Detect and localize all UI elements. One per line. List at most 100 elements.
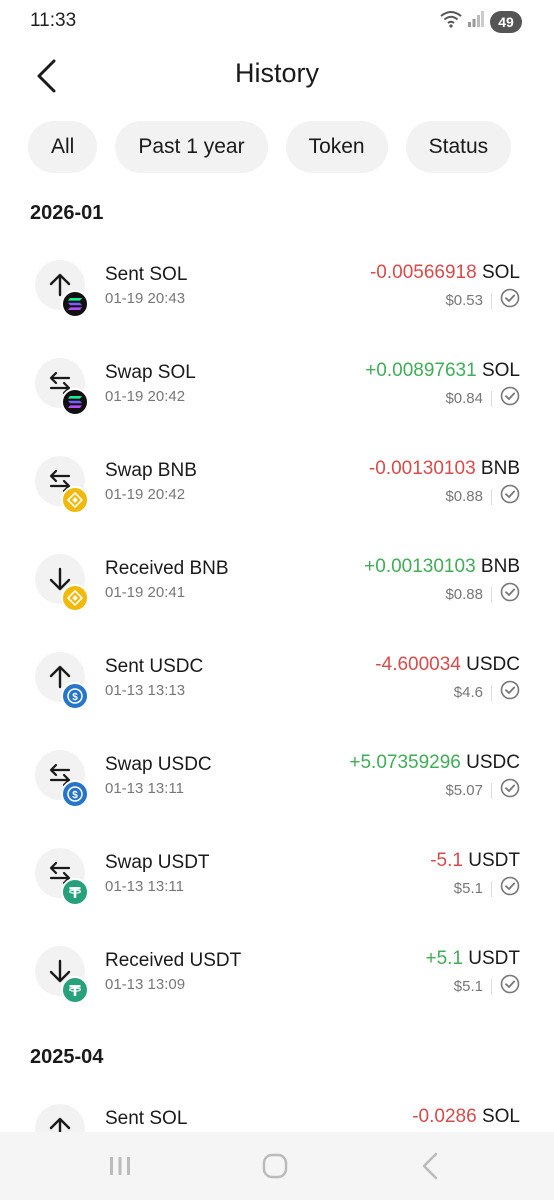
transaction-icon — [35, 456, 89, 514]
amount-value: +5.07359296 — [349, 752, 461, 773]
transaction-title: Swap SOL — [105, 362, 196, 383]
amount-value: -5.1 — [430, 850, 463, 871]
transaction-amount: -0.0286 SOL — [412, 1106, 520, 1128]
divider — [491, 978, 492, 995]
status-icons: 49 — [440, 10, 522, 33]
amount-value: +5.1 — [425, 948, 463, 969]
transaction-amount: +5.07359296 USDC — [349, 752, 520, 774]
usdc-token-icon: $ — [61, 682, 89, 710]
transaction-date: 01-19 20:42 — [105, 388, 186, 405]
amount-value: +0.00897631 — [365, 360, 477, 381]
transaction-row[interactable]: Received USDT 01-13 13:09 +5.1 USDT $5.1 — [0, 936, 554, 1016]
amount-value: -0.00130103 — [368, 458, 476, 479]
transaction-icon — [35, 1104, 89, 1132]
amount-value: -0.00566918 — [369, 262, 477, 283]
check-circle-icon — [500, 582, 520, 607]
transaction-row[interactable]: Sent SOL 01-19 20:43 -0.00566918 SOL $0.53 — [0, 250, 554, 330]
system-nav-bar — [0, 1132, 554, 1200]
check-circle-icon — [500, 680, 520, 705]
section-title: 2026-01 — [30, 202, 104, 224]
amount-symbol: SOL — [481, 1106, 520, 1127]
chevron-left-icon — [422, 1152, 438, 1180]
check-circle-icon — [500, 484, 520, 509]
filter-chip-token[interactable]: Token — [285, 121, 388, 173]
wifi-icon — [440, 10, 462, 33]
amount-symbol: SOL — [481, 360, 520, 381]
transaction-row[interactable]: Swap SOL 01-19 20:42 +0.00897631 SOL $0.84 — [0, 348, 554, 428]
status-time: 11:33 — [30, 10, 77, 31]
transaction-title: Sent SOL — [105, 1108, 188, 1129]
amount-value: -4.600034 — [375, 654, 461, 675]
fiat-value: $0.84 — [445, 390, 483, 407]
fiat-value: $5.1 — [453, 978, 483, 995]
transaction-title: Received BNB — [105, 558, 229, 579]
arrow-up-icon — [35, 1104, 85, 1132]
solana-token-icon — [61, 388, 89, 416]
recent-apps-button[interactable] — [100, 1148, 140, 1184]
transaction-icon — [35, 848, 89, 906]
fiat-value: $0.88 — [445, 586, 483, 603]
fiat-value: $0.53 — [445, 292, 483, 309]
battery-icon: 49 — [490, 10, 522, 33]
transaction-fiat: $4.6 — [454, 680, 520, 705]
header: History — [0, 50, 554, 100]
divider — [491, 390, 492, 407]
transaction-date: 01-13 13:11 — [105, 878, 184, 895]
transaction-row[interactable]: Swap USDT 01-13 13:11 -5.1 USDT $5.1 — [0, 838, 554, 918]
amount-symbol: BNB — [480, 556, 520, 577]
transaction-fiat: $0.84 — [445, 386, 520, 411]
page-title: History — [234, 58, 319, 88]
transaction-title: Sent SOL — [105, 264, 188, 285]
bnb-token-icon — [61, 584, 89, 612]
svg-text:$: $ — [72, 692, 78, 703]
transaction-title: Swap BNB — [105, 460, 197, 481]
history-list[interactable]: 2026-01 Sent SOL 01-19 20:43 -0.00566918 SO… — [0, 196, 554, 1132]
amount-symbol: USDC — [466, 752, 520, 773]
divider — [491, 782, 492, 799]
transaction-date: 01-13 13:09 — [105, 976, 186, 993]
system-back-button[interactable] — [410, 1148, 450, 1184]
amount-symbol: BNB — [480, 458, 520, 479]
transaction-row[interactable]: $ Swap USDC 01-13 13:11 +5.07359296 USDC $5.… — [0, 740, 554, 820]
section-title: 2025-04 — [30, 1046, 104, 1068]
home-button[interactable] — [255, 1148, 295, 1184]
transaction-date: 01-19 20:41 — [105, 584, 186, 601]
amount-symbol: USDT — [468, 948, 520, 969]
check-circle-icon — [500, 876, 520, 901]
filter-chip-past-1-year[interactable]: Past 1 year — [115, 121, 268, 173]
transaction-row[interactable]: $ Sent USDC 01-13 13:13 -4.600034 USDC $4.6 — [0, 642, 554, 722]
usdt-token-icon — [61, 976, 89, 1004]
transaction-row[interactable]: Sent SOL04-16 18:17-0.0286 SOL$2.69 — [0, 1094, 554, 1132]
check-circle-icon — [500, 288, 520, 313]
check-circle-icon — [500, 974, 520, 999]
filter-chip-all[interactable]: All — [28, 121, 98, 173]
transaction-fiat: $5.07 — [445, 778, 520, 803]
filter-chip-status[interactable]: Status — [405, 121, 512, 173]
amount-value: +0.00130103 — [364, 556, 476, 577]
transaction-title: Swap USDT — [105, 852, 210, 873]
transaction-date: 01-13 13:11 — [105, 780, 184, 797]
amount-symbol: USDC — [466, 654, 520, 675]
transaction-date: 01-19 20:43 — [105, 290, 186, 307]
transaction-amount: -4.600034 USDC — [375, 654, 520, 676]
transaction-amount: +0.00897631 SOL — [365, 360, 520, 382]
transaction-row[interactable]: Received BNB 01-19 20:41 +0.00130103 BNB $0… — [0, 544, 554, 624]
transaction-icon — [35, 946, 89, 1004]
transaction-row[interactable]: Swap BNB 01-19 20:42 -0.00130103 BNB $0.88 — [0, 446, 554, 526]
transaction-icon — [35, 554, 89, 612]
transaction-fiat: $0.88 — [445, 582, 520, 607]
divider — [491, 684, 492, 701]
transaction-icon: $ — [35, 750, 89, 808]
transaction-icon — [35, 358, 89, 416]
amount-symbol: USDT — [468, 850, 520, 871]
divider — [491, 880, 492, 897]
transaction-title: Received USDT — [105, 950, 242, 971]
transaction-fiat: $0.88 — [445, 484, 520, 509]
transaction-amount: -5.1 USDT — [430, 850, 520, 872]
fiat-value: $5.07 — [445, 782, 483, 799]
transaction-amount: +5.1 USDT — [425, 948, 520, 970]
transaction-fiat: $5.1 — [454, 974, 520, 999]
fiat-value: $5.1 — [453, 880, 483, 897]
transaction-title: Sent USDC — [105, 656, 204, 677]
divider — [491, 488, 492, 505]
